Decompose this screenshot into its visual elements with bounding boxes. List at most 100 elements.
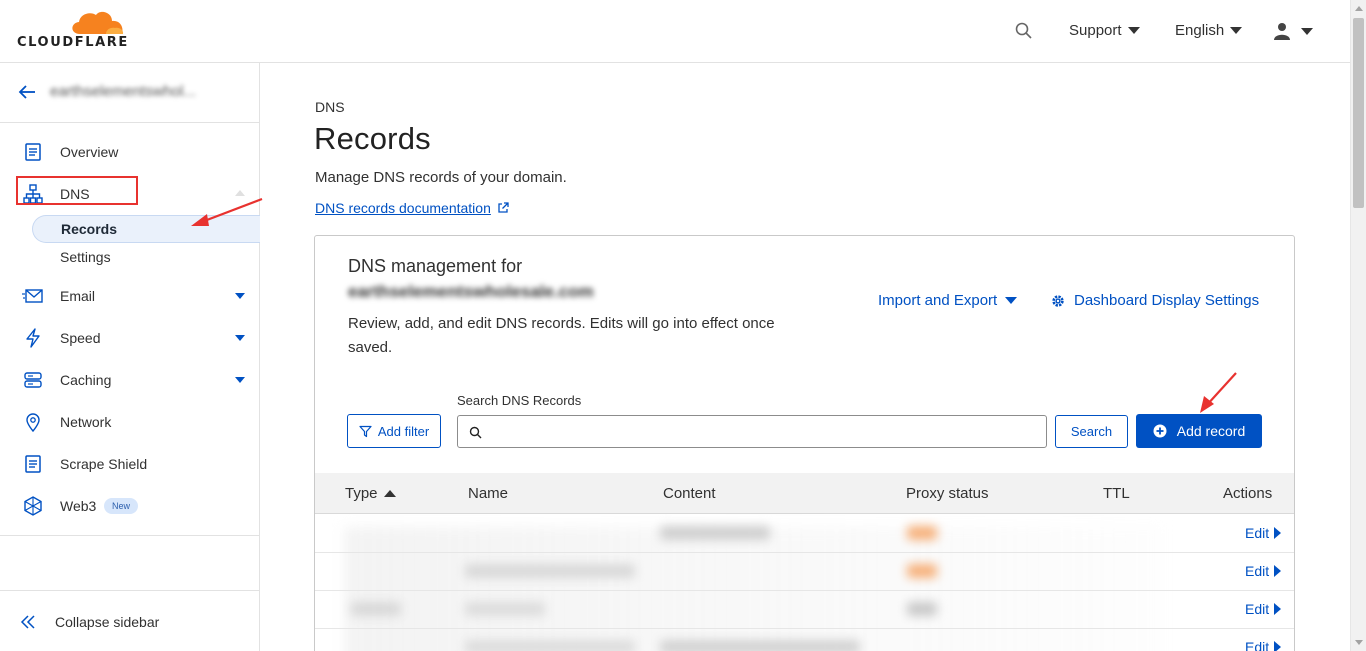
- support-label: Support: [1069, 22, 1122, 39]
- sidebar-item-speed[interactable]: Speed: [0, 319, 259, 357]
- sidebar-subitem-records[interactable]: Records: [32, 215, 260, 243]
- column-header-label: Content: [663, 485, 716, 502]
- annotation-highlight-box: [16, 176, 138, 205]
- collapse-sidebar-button[interactable]: Collapse sidebar: [0, 603, 259, 643]
- sidebar: earthselementswhol... Overview DNS Recor…: [0, 63, 260, 651]
- sidebar-item-overview[interactable]: Overview: [0, 133, 259, 171]
- edit-record-link[interactable]: Edit: [1245, 563, 1282, 579]
- search-button-label: Search: [1070, 424, 1113, 439]
- user-menu[interactable]: [1273, 22, 1313, 40]
- redacted-cell: [465, 640, 635, 651]
- search-dns-records-field[interactable]: [457, 415, 1047, 448]
- sidebar-divider: [0, 535, 259, 536]
- column-header-proxy-status: Proxy status: [906, 485, 989, 502]
- language-menu[interactable]: English: [1175, 22, 1243, 39]
- column-header-name[interactable]: Name: [468, 485, 508, 502]
- search-button[interactable]: Search: [1055, 415, 1128, 448]
- collapse-sidebar-label: Collapse sidebar: [55, 614, 160, 630]
- sidebar-item-label: Speed: [60, 330, 101, 346]
- cloudflare-dashboard: CLOUDFLARE Support English earthselement…: [0, 0, 1366, 651]
- table-row: Edit: [315, 553, 1294, 591]
- column-header-ttl[interactable]: TTL: [1103, 485, 1130, 502]
- filter-icon: [359, 425, 372, 437]
- sidebar-divider: [0, 590, 259, 591]
- column-header-label: Type: [345, 485, 378, 502]
- edit-record-link[interactable]: Edit: [1245, 601, 1282, 617]
- chevron-down-icon: [235, 377, 245, 383]
- redacted-cell: [465, 564, 635, 578]
- user-icon: [1274, 23, 1290, 40]
- chevron-down-icon: [235, 293, 245, 299]
- import-export-label: Import and Export: [878, 292, 998, 309]
- double-chevron-left-icon: [20, 614, 36, 635]
- column-header-type[interactable]: Type: [345, 485, 396, 502]
- add-record-button[interactable]: Add record: [1136, 414, 1262, 448]
- sidebar-item-email[interactable]: Email: [0, 277, 259, 315]
- scroll-up-arrow-icon[interactable]: [1355, 6, 1363, 11]
- dashboard-display-settings-button[interactable]: Dashboard Display Settings: [1051, 292, 1259, 309]
- redacted-cell: [907, 564, 937, 578]
- chevron-up-icon: [235, 190, 245, 196]
- main-content: DNS Records Manage DNS records of your d…: [260, 63, 1350, 651]
- table-row: Edit: [315, 515, 1294, 553]
- external-link-icon: [498, 202, 509, 213]
- gear-icon: [1052, 294, 1064, 307]
- sidebar-item-label: Caching: [60, 372, 112, 388]
- column-header-label: Name: [468, 485, 509, 502]
- search-icon: [469, 426, 482, 444]
- document-icon: [22, 141, 44, 163]
- web3-icon: [22, 495, 44, 517]
- sidebar-item-caching[interactable]: Caching: [0, 361, 259, 399]
- sidebar-subitem-label: Settings: [60, 249, 111, 265]
- sidebar-subitem-settings[interactable]: Settings: [32, 243, 260, 271]
- page-scrollbar[interactable]: [1350, 0, 1366, 651]
- search-dns-records-input[interactable]: [490, 420, 1040, 444]
- dns-docs-link-label: DNS records documentation: [315, 200, 491, 216]
- sidebar-item-network[interactable]: Network: [0, 403, 259, 441]
- card-domain: earthselementswholesale.com: [348, 282, 594, 301]
- redacted-cell: [465, 602, 545, 616]
- edit-record-link[interactable]: Edit: [1245, 525, 1282, 541]
- domain-name[interactable]: earthselementswhol...: [50, 83, 220, 105]
- sidebar-item-web3[interactable]: Web3 New: [0, 487, 259, 525]
- chevron-right-icon: [1274, 641, 1282, 651]
- top-header: CLOUDFLARE Support English: [0, 0, 1350, 63]
- domain-back-row: earthselementswhol...: [0, 63, 259, 123]
- chevron-down-icon: [235, 335, 245, 341]
- sidebar-item-scrape-shield[interactable]: Scrape Shield: [0, 445, 259, 483]
- edit-record-link[interactable]: Edit: [1245, 639, 1282, 651]
- location-pin-icon: [22, 411, 44, 433]
- envelope-icon: [22, 285, 44, 307]
- dns-docs-link[interactable]: DNS records documentation: [315, 200, 509, 216]
- redacted-cell: [907, 526, 937, 540]
- display-settings-label: Dashboard Display Settings: [1074, 292, 1260, 309]
- plus-circle-icon: [1153, 424, 1167, 438]
- chevron-down-icon: [1005, 297, 1018, 304]
- scroll-down-arrow-icon[interactable]: [1355, 640, 1363, 645]
- add-filter-button[interactable]: Add filter: [347, 414, 441, 448]
- document-icon: [22, 453, 44, 475]
- column-header-content[interactable]: Content: [663, 485, 716, 502]
- scrollbar-thumb[interactable]: [1353, 18, 1364, 208]
- edit-label: Edit: [1245, 563, 1270, 579]
- support-menu[interactable]: Support: [1069, 22, 1140, 39]
- column-header-label: Actions: [1223, 485, 1273, 502]
- search-icon[interactable]: [1015, 22, 1035, 42]
- card-title: DNS management for: [348, 256, 523, 276]
- page-description: Manage DNS records of your domain.: [315, 169, 567, 186]
- cloudflare-logo[interactable]: CLOUDFLARE: [16, 10, 127, 50]
- column-header-actions: Actions: [1223, 485, 1272, 502]
- import-export-menu[interactable]: Import and Export: [878, 292, 1018, 309]
- cloud-logo-icon: [72, 11, 124, 34]
- new-badge: New: [104, 498, 139, 514]
- sidebar-item-label: Email: [60, 288, 96, 304]
- sidebar-item-label: Overview: [60, 144, 119, 160]
- edit-label: Edit: [1245, 525, 1270, 541]
- sidebar-subitem-label: Records: [61, 221, 118, 237]
- page-title: Records: [314, 121, 431, 156]
- add-filter-label: Add filter: [377, 423, 430, 439]
- redacted-cell: [660, 526, 770, 540]
- lightning-icon: [22, 327, 44, 349]
- back-arrow-icon[interactable]: [18, 83, 36, 106]
- chevron-down-icon: [1301, 27, 1313, 35]
